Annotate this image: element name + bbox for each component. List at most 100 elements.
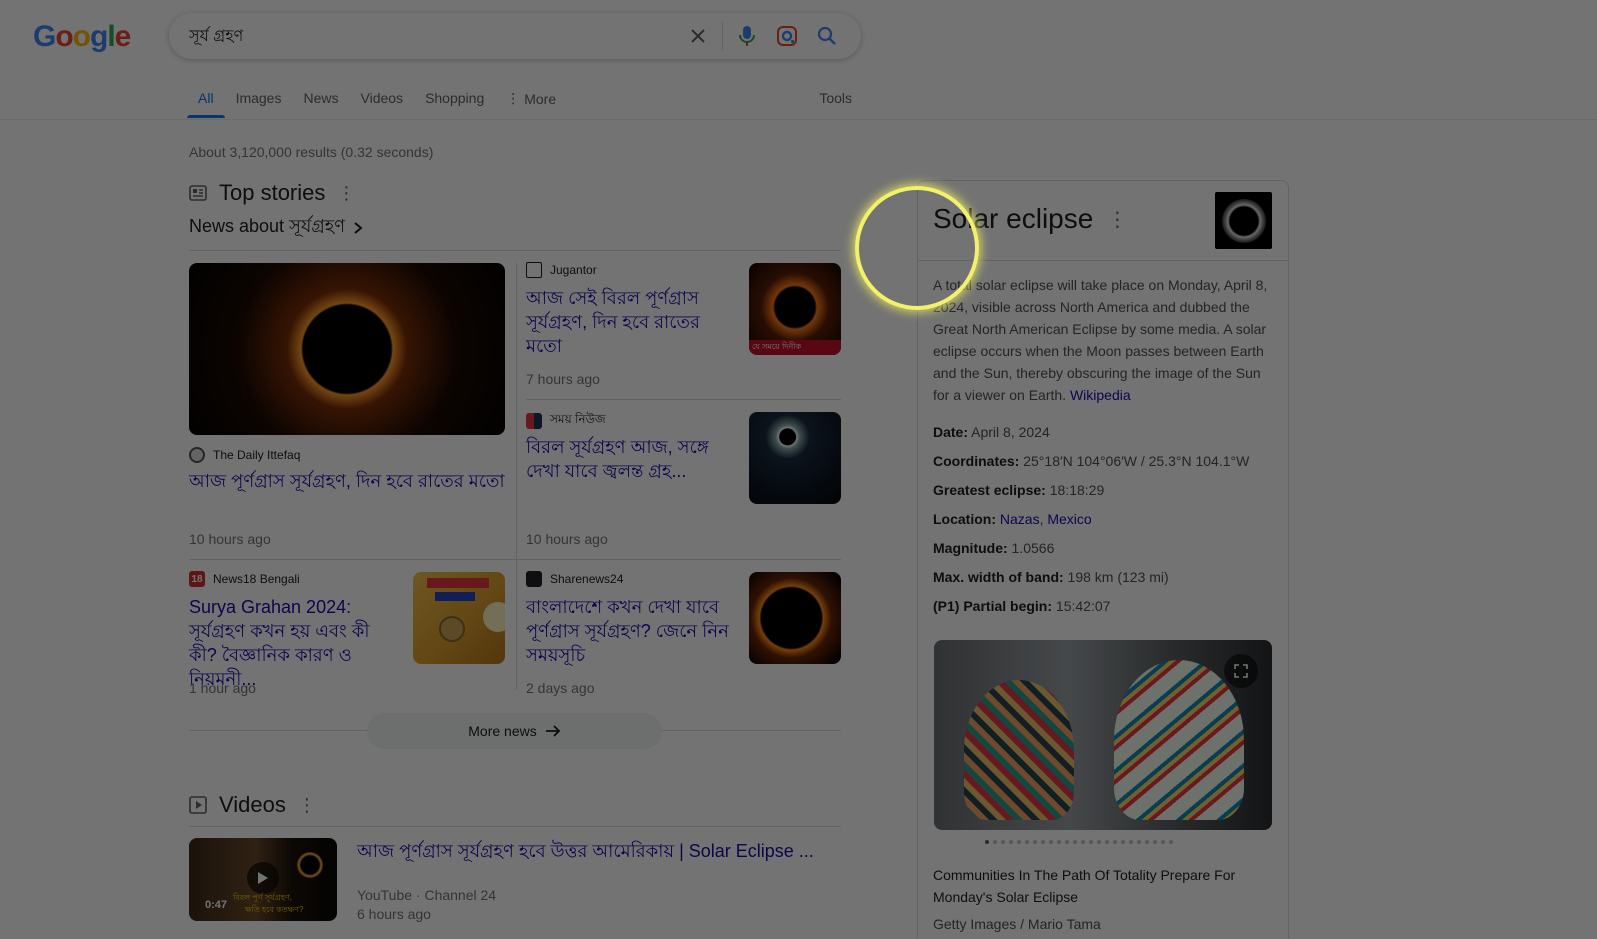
carousel-dot[interactable] bbox=[1009, 840, 1013, 844]
carousel-dot[interactable] bbox=[1049, 840, 1053, 844]
story-thumbnail[interactable] bbox=[189, 263, 505, 435]
story-time: 2 days ago bbox=[526, 680, 595, 696]
kp-photo[interactable] bbox=[934, 640, 1272, 830]
tab-news[interactable]: News bbox=[303, 80, 338, 118]
thumbnail-planet bbox=[439, 616, 465, 642]
carousel-dot[interactable] bbox=[1081, 840, 1085, 844]
news-about-link[interactable]: News about সূর্যগ্রহণ bbox=[189, 212, 363, 243]
carousel-dot[interactable] bbox=[1153, 840, 1157, 844]
story-source-name: Sharenews24 bbox=[550, 572, 624, 586]
news-about-label: News about সূর্যগ্রহণ bbox=[189, 216, 346, 236]
stories-divider bbox=[189, 250, 841, 251]
carousel-dot[interactable] bbox=[985, 840, 989, 844]
video-source: YouTube · Channel 24 bbox=[357, 887, 497, 903]
more-vert-icon: ⋮ bbox=[506, 90, 521, 106]
fact-label: Date: bbox=[933, 424, 969, 440]
sharenews24-logo-icon bbox=[526, 571, 542, 587]
tab-images[interactable]: Images bbox=[236, 80, 282, 118]
carousel-dot[interactable] bbox=[1137, 840, 1141, 844]
top-stories-menu-icon[interactable]: ⋮ bbox=[337, 183, 355, 204]
tab-shopping[interactable]: Shopping bbox=[425, 80, 484, 118]
story-source-name: News18 Bengali bbox=[213, 572, 300, 586]
story-divider bbox=[526, 399, 841, 400]
carousel-dot[interactable] bbox=[1025, 840, 1029, 844]
carousel-dot[interactable] bbox=[1065, 840, 1069, 844]
thumbnail-planet bbox=[483, 602, 505, 632]
header-divider bbox=[0, 119, 1597, 120]
tab-all[interactable]: All bbox=[187, 80, 224, 118]
fact-band-width: Max. width of band: 198 km (123 mi) bbox=[933, 569, 1169, 585]
kp-photo-caption[interactable]: Communities In The Path Of Totality Prep… bbox=[933, 864, 1253, 908]
fact-label: (P1) Partial begin: bbox=[933, 598, 1053, 614]
chevron-right-icon bbox=[354, 221, 363, 234]
story-headline[interactable]: আজ পূর্ণগ্রাস সূর্যগ্রহণ, দিন হবে রাতের … bbox=[189, 469, 505, 493]
carousel-dot[interactable] bbox=[1001, 840, 1005, 844]
story-source-name: সময় নিউজ bbox=[550, 412, 606, 426]
top-stories-header: Top stories ⋮ bbox=[189, 180, 355, 206]
video-title[interactable]: আজ পূর্ণগ্রাস সূর্যগ্রহণ হবে উত্তর আমেরি… bbox=[357, 837, 814, 868]
fact-label: Coordinates: bbox=[933, 453, 1020, 469]
story-thumbnail[interactable] bbox=[749, 572, 841, 664]
eclipse-corona bbox=[1221, 198, 1266, 243]
carousel-dot[interactable] bbox=[1017, 840, 1021, 844]
story-headline[interactable]: বাংলাদেশে কখন দেখা যাবে পূর্ণগ্রাস সূর্য… bbox=[526, 595, 732, 667]
carousel-dot[interactable] bbox=[1041, 840, 1045, 844]
fact-label: Greatest eclipse: bbox=[933, 482, 1046, 498]
play-button-icon[interactable] bbox=[247, 862, 279, 894]
more-news-button[interactable]: More news bbox=[367, 713, 662, 749]
story-thumbnail[interactable]: যে সময়ে দিনীক bbox=[749, 263, 841, 355]
carousel-dot[interactable] bbox=[1129, 840, 1133, 844]
videos-menu-icon[interactable]: ⋮ bbox=[298, 795, 316, 816]
fact-partial-begin: (P1) Partial begin: 15:42:07 bbox=[933, 598, 1110, 614]
video-duration: 0:47 bbox=[205, 899, 228, 911]
search-box[interactable]: সূর্য গ্রহণ bbox=[169, 13, 861, 59]
expand-icon[interactable] bbox=[1224, 654, 1258, 688]
kp-description: A total solar eclipse will take place on… bbox=[933, 274, 1273, 406]
kp-thumbnail[interactable] bbox=[1215, 192, 1272, 249]
kp-menu-icon[interactable]: ⋮ bbox=[1107, 207, 1127, 232]
carousel-dot[interactable] bbox=[1121, 840, 1125, 844]
carousel-dot[interactable] bbox=[1033, 840, 1037, 844]
carousel-dot[interactable] bbox=[1145, 840, 1149, 844]
videos-header: Videos ⋮ bbox=[189, 792, 316, 818]
kp-divider bbox=[918, 260, 1288, 261]
fact-value: 198 km (123 mi) bbox=[1067, 569, 1169, 585]
newspaper-icon bbox=[189, 185, 207, 201]
carousel-dot[interactable] bbox=[1073, 840, 1077, 844]
more-news-label: More news bbox=[468, 723, 537, 739]
search-icon[interactable] bbox=[807, 16, 847, 56]
tab-more[interactable]: ⋮ More bbox=[506, 80, 556, 119]
top-stories-title: Top stories bbox=[219, 180, 326, 205]
nazas-link[interactable]: Nazas bbox=[1000, 511, 1040, 527]
google-lens-icon[interactable] bbox=[767, 16, 807, 56]
story-headline[interactable]: বিরল সূর্যগ্রহণ আজ, সঙ্গে দেখা যাবে জ্বল… bbox=[526, 435, 732, 483]
story-source-name: The Daily Ittefaq bbox=[213, 448, 301, 462]
tab-videos[interactable]: Videos bbox=[361, 80, 404, 118]
video-thumbnail[interactable]: 0:47 বিরল পূর্ণ সূর্যগ্রহণ, ক্ষতি হবে কত… bbox=[189, 838, 337, 921]
fact-value: 1.0566 bbox=[1011, 540, 1055, 556]
clear-icon[interactable] bbox=[678, 16, 718, 56]
carousel-dot[interactable] bbox=[1113, 840, 1117, 844]
story-source: সময় নিউজ bbox=[526, 411, 606, 431]
search-input[interactable]: সূর্য গ্রহণ bbox=[189, 23, 678, 50]
microphone-icon[interactable] bbox=[727, 16, 767, 56]
story-thumbnail[interactable] bbox=[749, 412, 841, 504]
tab-tools[interactable]: Tools bbox=[819, 80, 852, 118]
carousel-dot[interactable] bbox=[1169, 840, 1173, 844]
carousel-dots[interactable] bbox=[985, 840, 1173, 844]
story-headline[interactable]: Surya Grahan 2024: সূর্যগ্রহণ কখন হয় এব… bbox=[189, 595, 401, 691]
story-headline[interactable]: আজ সেই বিরল পূর্ণগ্রাস সূর্যগ্রহণ, দিন হ… bbox=[526, 286, 732, 358]
google-logo[interactable]: Google bbox=[33, 20, 131, 54]
carousel-dot[interactable] bbox=[1057, 840, 1061, 844]
wikipedia-link[interactable]: Wikipedia bbox=[1070, 387, 1131, 403]
kp-photo-credit: Getty Images / Mario Tama bbox=[933, 916, 1101, 932]
somoy-news-logo-icon bbox=[526, 413, 542, 429]
mexico-link[interactable]: Mexico bbox=[1047, 511, 1091, 527]
carousel-dot[interactable] bbox=[1089, 840, 1093, 844]
carousel-dot[interactable] bbox=[1161, 840, 1165, 844]
story-time: 1 hour ago bbox=[189, 680, 256, 696]
story-thumbnail[interactable] bbox=[413, 572, 505, 664]
carousel-dot[interactable] bbox=[1097, 840, 1101, 844]
carousel-dot[interactable] bbox=[1105, 840, 1109, 844]
carousel-dot[interactable] bbox=[993, 840, 997, 844]
